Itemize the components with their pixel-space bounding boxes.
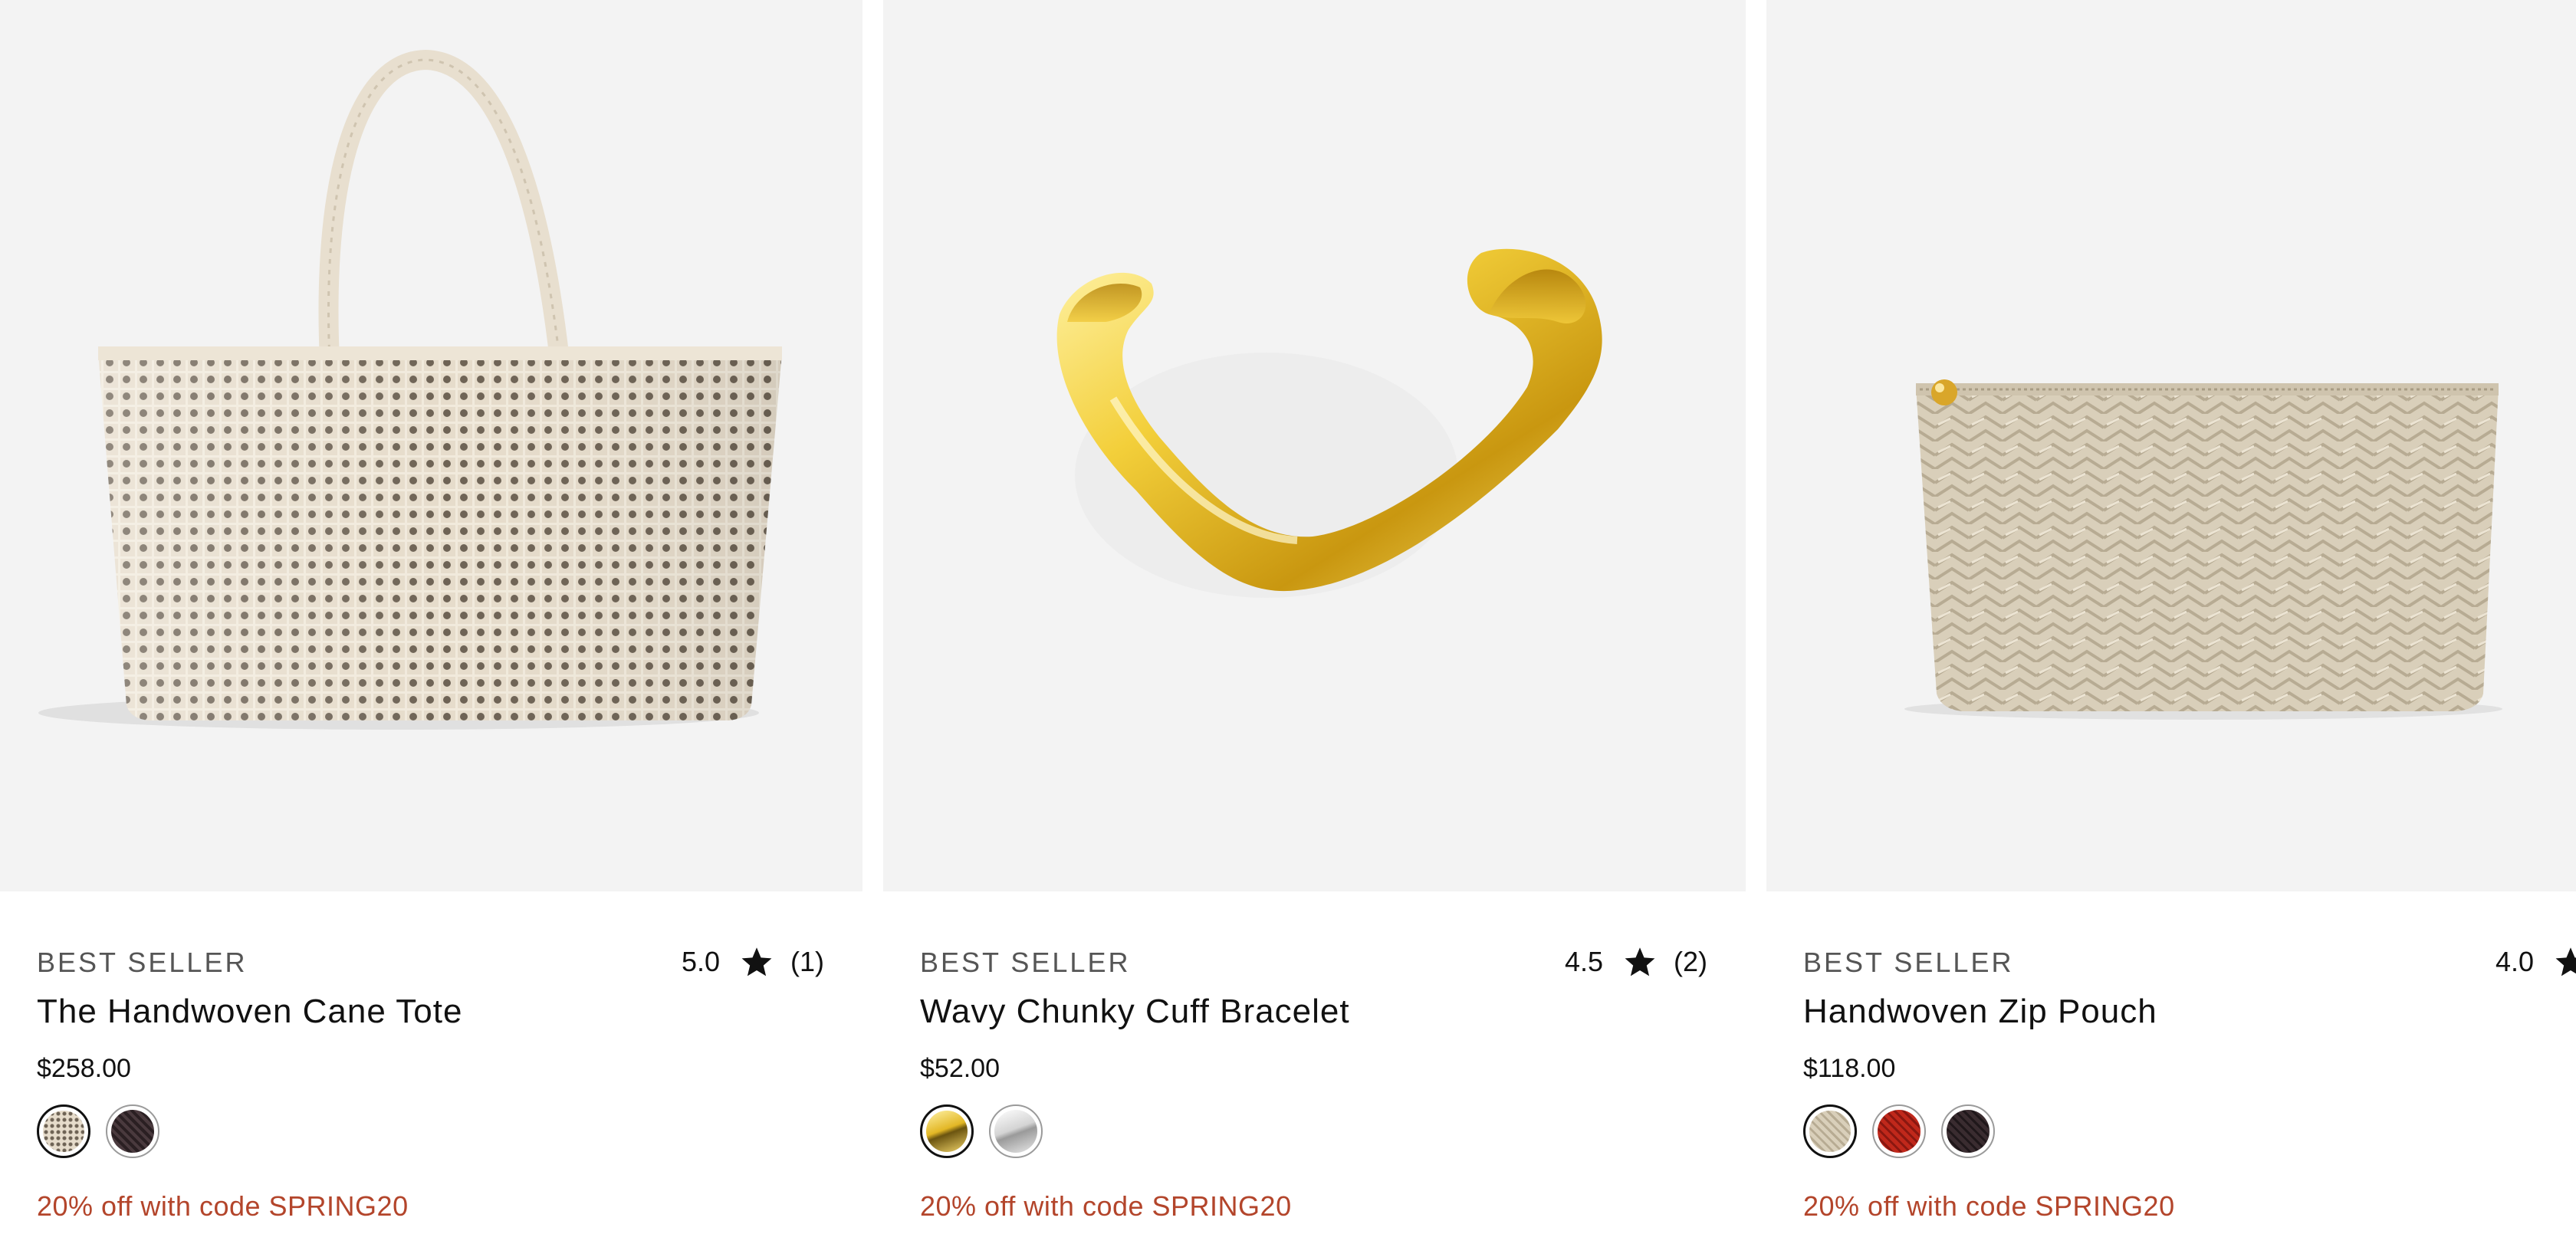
product-name[interactable]: Wavy Chunky Cuff Bracelet [920, 993, 1350, 1031]
dark-weave-icon [1947, 1110, 1990, 1153]
product-image-zip-pouch[interactable] [1766, 0, 2576, 891]
promo-message: 20% off with code SPRING20 [37, 1190, 409, 1222]
product-grid: BEST SELLER 5.0 (1) The Handwoven Cane T… [0, 0, 2576, 1257]
product-name[interactable]: The Handwoven Cane Tote [37, 993, 462, 1031]
review-count: (2) [1674, 946, 1707, 977]
rating-value: 5.0 [681, 946, 720, 977]
product-card-zip-pouch[interactable]: BEST SELLER 4.0 (6 Handwoven Zip Pouch $… [1766, 0, 2576, 1257]
star-icon [1625, 947, 1655, 976]
swatch-gold[interactable] [920, 1104, 974, 1158]
product-card-cuff-bracelet[interactable]: BEST SELLER 4.5 (2) Wavy Chunky Cuff Bra… [883, 0, 1746, 1257]
rating-summary[interactable]: 4.5 (2) [1565, 945, 1707, 979]
color-swatches [37, 1104, 159, 1158]
rating-value: 4.0 [2495, 946, 2534, 977]
product-price: $52.00 [920, 1054, 1000, 1083]
color-swatches [1803, 1104, 1995, 1158]
swatch-red[interactable] [1872, 1104, 1926, 1158]
rating-summary[interactable]: 4.0 (6 [2496, 945, 2576, 979]
red-weave-icon [1878, 1110, 1921, 1153]
best-seller-badge: BEST SELLER [920, 947, 1131, 978]
product-name[interactable]: Handwoven Zip Pouch [1803, 993, 2157, 1031]
product-card-cane-tote[interactable]: BEST SELLER 5.0 (1) The Handwoven Cane T… [0, 0, 863, 1257]
swatch-natural[interactable] [1803, 1104, 1857, 1158]
silver-swatch-icon [994, 1110, 1037, 1153]
promo-message: 20% off with code SPRING20 [920, 1190, 1292, 1222]
rating-summary[interactable]: 5.0 (1) [682, 945, 824, 979]
swatch-silver[interactable] [989, 1104, 1043, 1158]
promo-message: 20% off with code SPRING20 [1803, 1190, 2175, 1222]
swatch-natural-cane[interactable] [37, 1104, 90, 1158]
review-count: (1) [790, 946, 824, 977]
cane-pattern-icon [43, 1111, 84, 1152]
color-swatches [920, 1104, 1043, 1158]
best-seller-badge: BEST SELLER [37, 947, 248, 978]
swatch-dark-brown[interactable] [1941, 1104, 1995, 1158]
product-image-cuff-bracelet[interactable] [883, 0, 1746, 891]
star-icon [2555, 947, 2576, 976]
star-icon [741, 947, 772, 976]
best-seller-badge: BEST SELLER [1803, 947, 2014, 978]
natural-weave-icon [1809, 1111, 1851, 1152]
product-image-cane-tote[interactable] [0, 0, 863, 891]
dark-weave-icon [111, 1110, 154, 1153]
gold-swatch-icon [926, 1111, 968, 1152]
product-price: $118.00 [1803, 1054, 1896, 1083]
product-price: $258.00 [37, 1054, 131, 1083]
rating-value: 4.5 [1564, 946, 1603, 977]
swatch-dark-brown[interactable] [106, 1104, 159, 1158]
